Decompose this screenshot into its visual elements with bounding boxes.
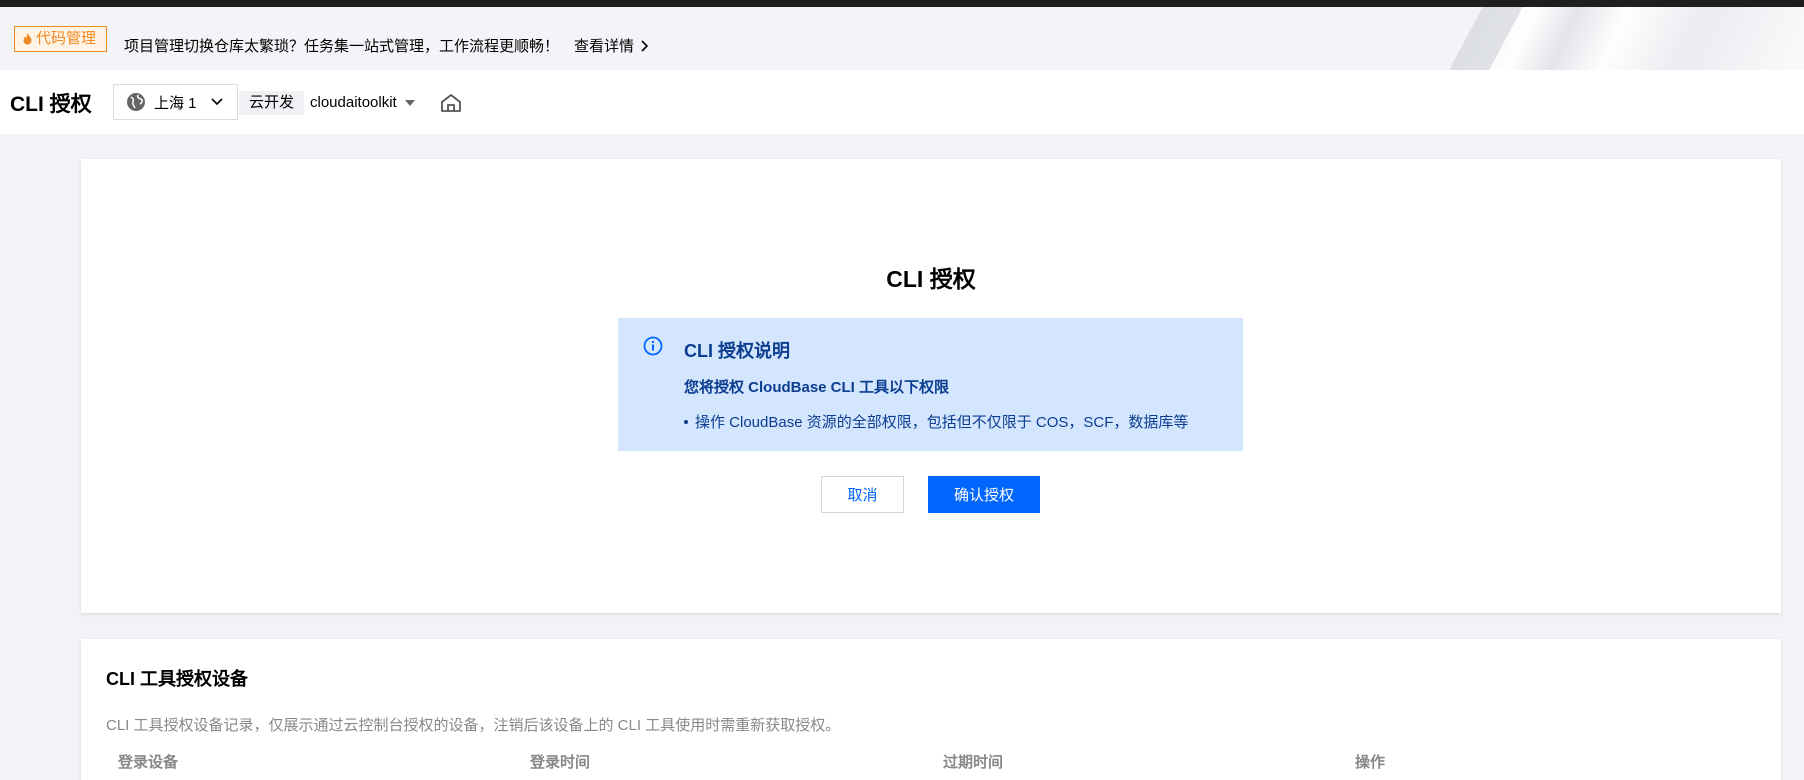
announcement-badge-label: 代码管理 xyxy=(36,30,97,47)
page-header: CLI 授权 上海 1 云开发 cloudaitoolkit xyxy=(0,70,1804,134)
chevron-right-icon xyxy=(641,39,649,52)
flame-icon xyxy=(23,33,32,45)
auth-info-subtitle: 您将授权 CloudBase CLI 工具以下权限 xyxy=(684,379,950,396)
home-icon[interactable] xyxy=(440,93,462,113)
announcement-badge: 代码管理 xyxy=(14,26,108,52)
devices-card: CLI 工具授权设备 CLI 工具授权设备记录，仅展示通过云控制台授权的设备，注… xyxy=(81,639,1781,780)
environment-select[interactable]: cloudaitoolkit xyxy=(310,94,415,111)
region-label: 上海 1 xyxy=(154,94,197,112)
announcement-details-label: 查看详情 xyxy=(574,38,635,55)
auth-card-title: CLI 授权 xyxy=(886,266,976,292)
column-header-login-time: 登录时间 xyxy=(530,754,591,771)
bullet-icon xyxy=(684,419,688,424)
caret-down-icon xyxy=(404,99,415,106)
announcement-text: 项目管理切换仓库太繁琐？任务集一站式管理，工作流程更顺畅！ xyxy=(124,38,560,55)
confirm-authorize-button[interactable]: 确认授权 xyxy=(928,476,1040,513)
column-header-actions: 操作 xyxy=(1355,754,1386,771)
info-icon xyxy=(643,336,663,356)
announcement-bar: 代码管理 项目管理切换仓库太繁琐？任务集一站式管理，工作流程更顺畅！ 查看详情 xyxy=(0,7,1804,70)
chevron-down-icon xyxy=(211,98,223,106)
environment-label: cloudaitoolkit xyxy=(310,94,397,111)
auth-info-box: CLI 授权说明 您将授权 CloudBase CLI 工具以下权限 操作 Cl… xyxy=(618,318,1243,451)
devices-title: CLI 工具授权设备 xyxy=(106,669,248,689)
top-strip xyxy=(0,0,1804,7)
devices-table-header: 登录设备 登录时间 过期时间 操作 xyxy=(106,743,1756,780)
auth-info-title: CLI 授权说明 xyxy=(684,341,790,361)
auth-info-item: 操作 CloudBase 资源的全部权限，包括但不仅限于 COS，SCF，数据库… xyxy=(684,411,1188,432)
announcement-details-link[interactable]: 查看详情 xyxy=(574,35,650,56)
globe-icon xyxy=(127,93,145,111)
auth-card: CLI 授权 CLI 授权说明 您将授权 CloudBase CLI 工具以下权… xyxy=(81,159,1781,613)
devices-description: CLI 工具授权设备记录，仅展示通过云控制台授权的设备，注销后该设备上的 CLI… xyxy=(106,717,841,734)
column-header-device: 登录设备 xyxy=(118,754,179,771)
auth-info-item-text: 操作 CloudBase 资源的全部权限，包括但不仅限于 COS，SCF，数据库… xyxy=(695,414,1189,431)
region-select[interactable]: 上海 1 xyxy=(113,84,238,120)
column-header-expire-time: 过期时间 xyxy=(943,754,1004,771)
announcement-decoration xyxy=(1324,7,1804,70)
page-title: CLI 授权 xyxy=(10,93,92,116)
cancel-button[interactable]: 取消 xyxy=(821,476,904,513)
product-tag: 云开发 xyxy=(239,91,305,115)
